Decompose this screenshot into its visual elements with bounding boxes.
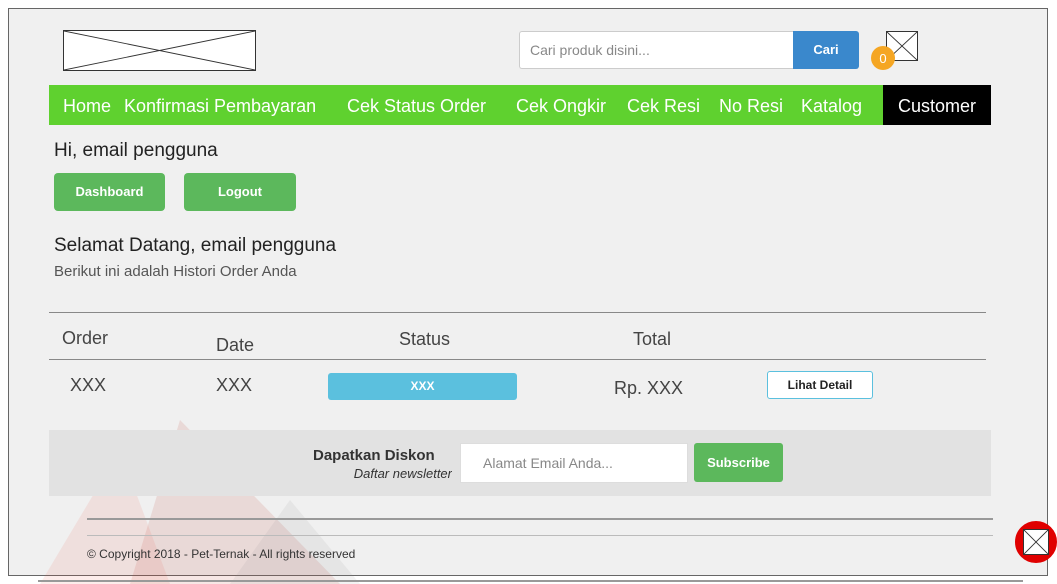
cart-count-badge: 0: [871, 46, 895, 70]
floating-chat-icon[interactable]: [1015, 521, 1057, 563]
nav-item-no-resi[interactable]: No Resi: [719, 85, 783, 125]
nav-item-cek-ongkir[interactable]: Cek Ongkir: [516, 85, 606, 125]
nav-item-customer[interactable]: Customer: [883, 85, 991, 125]
nav-item-cek-status-order[interactable]: Cek Status Order: [347, 85, 486, 125]
status-badge: XXX: [328, 373, 517, 400]
logout-button[interactable]: Logout: [184, 173, 296, 211]
cell-date: XXX: [216, 375, 253, 395]
column-header-status: Status: [399, 329, 451, 349]
copyright-text: © Copyright 2018 - Pet-Ternak - All righ…: [87, 547, 356, 561]
view-detail-button[interactable]: Lihat Detail: [767, 371, 873, 399]
subscribe-button[interactable]: Subscribe: [694, 443, 783, 482]
column-header-date: Date: [216, 335, 255, 355]
welcome-title: Selamat Datang, email pengguna: [54, 235, 337, 256]
welcome-subtitle: Berikut ini adalah Histori Order Anda: [54, 263, 297, 280]
newsletter-subtitle: Daftar newsletter: [353, 466, 452, 481]
cell-total: Rp. XXX: [614, 378, 684, 398]
main-nav: Home Konfirmasi Pembayaran Cek Status Or…: [49, 85, 991, 125]
newsletter-email-input[interactable]: Alamat Email Anda...: [460, 443, 688, 483]
page-bottom-border: [38, 580, 1023, 582]
cell-order: XXX: [70, 375, 107, 395]
newsletter-title: Dapatkan Diskon: [313, 447, 435, 464]
table-top-divider: [49, 312, 986, 313]
column-header-order: Order: [62, 328, 109, 348]
nav-item-cek-resi[interactable]: Cek Resi: [627, 85, 700, 125]
table-header-divider: [49, 359, 986, 360]
footer-divider-thin: [87, 535, 993, 536]
logo-image[interactable]: [63, 30, 256, 71]
nav-item-konfirmasi-pembayaran[interactable]: Konfirmasi Pembayaran: [124, 85, 316, 125]
nav-item-home[interactable]: Home: [63, 85, 111, 125]
search-input[interactable]: Cari produk disini...: [519, 31, 793, 69]
footer-divider: [87, 518, 993, 520]
nav-item-katalog[interactable]: Katalog: [801, 85, 862, 125]
column-header-total: Total: [633, 329, 672, 349]
dashboard-button[interactable]: Dashboard: [54, 173, 165, 211]
user-greeting: Hi, email pengguna: [54, 140, 218, 161]
search-button[interactable]: Cari: [793, 31, 859, 69]
